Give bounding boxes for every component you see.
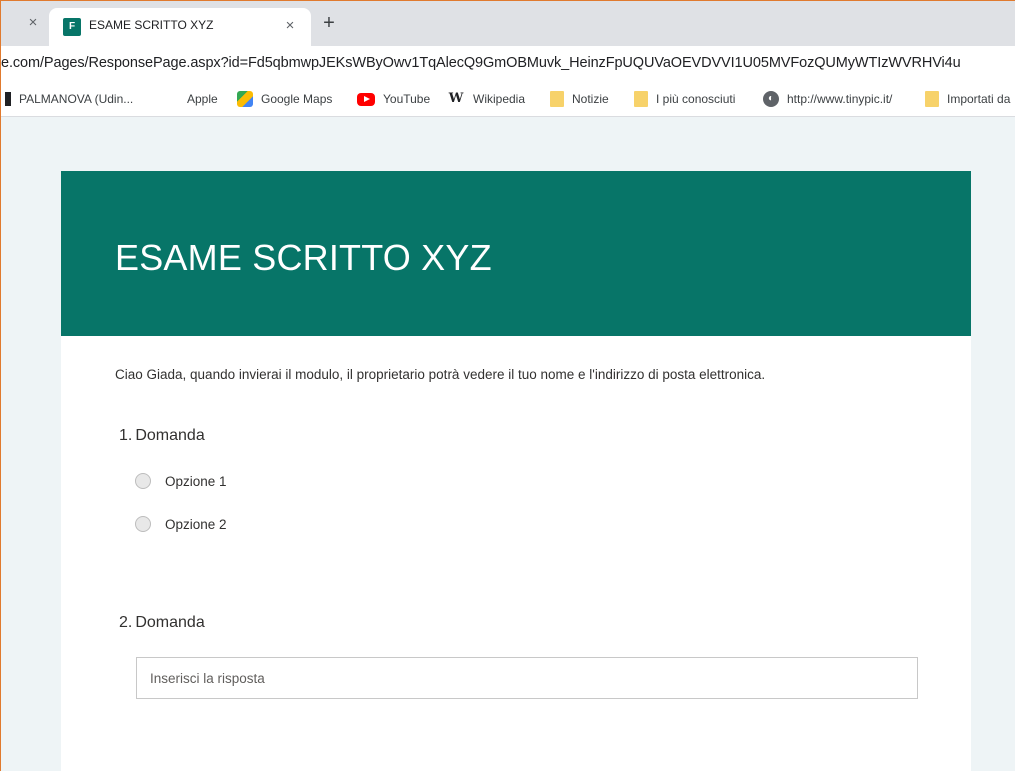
option-label: Opzione 2 bbox=[165, 516, 227, 532]
folder-icon bbox=[550, 91, 564, 107]
bookmark-label: YouTube bbox=[383, 92, 431, 106]
forms-favicon-icon: F bbox=[63, 18, 81, 36]
bookmark-tinypic[interactable]: ◐ http://www.tinypic.it/ bbox=[763, 90, 892, 108]
question-1-title: 1. Domanda bbox=[119, 427, 205, 445]
browser-window: × F ESAME SCRITTO XYZ × + e.com/Pages/Re… bbox=[0, 0, 1015, 771]
bookmark-google-maps[interactable]: Google Maps bbox=[237, 90, 332, 108]
option-label: Opzione 1 bbox=[165, 473, 227, 489]
privacy-notice: Ciao Giada, quando invierai il modulo, i… bbox=[115, 367, 766, 382]
wikipedia-icon: W bbox=[448, 91, 464, 106]
form-title: ESAME SCRITTO XYZ bbox=[115, 237, 492, 278]
bookmark-palmanova[interactable]: PALMANOVA (Udin... bbox=[5, 90, 133, 108]
bookmark-label: PALMANOVA (Udin... bbox=[19, 92, 134, 106]
tab-esame-scritto[interactable]: F ESAME SCRITTO XYZ × bbox=[49, 8, 311, 46]
apple-icon bbox=[163, 91, 179, 107]
form-page: ESAME SCRITTO XYZ Ciao Giada, quando inv… bbox=[1, 117, 1015, 771]
folder-icon bbox=[925, 91, 939, 107]
question-number: 2. bbox=[119, 614, 133, 631]
address-bar[interactable]: e.com/Pages/ResponsePage.aspx?id=Fd5qbmw… bbox=[1, 46, 1015, 82]
folder-icon bbox=[634, 91, 648, 107]
question-label: Domanda bbox=[135, 614, 205, 631]
question-1-option-1[interactable]: Opzione 1 bbox=[135, 471, 227, 491]
bookmark-youtube[interactable]: YouTube bbox=[357, 90, 430, 108]
bookmark-label: Wikipedia bbox=[473, 92, 526, 106]
youtube-icon bbox=[357, 92, 375, 106]
bookmark-piu-conosciuti[interactable]: I più conosciuti bbox=[634, 90, 735, 108]
bookmarks-bar: PALMANOVA (Udin... Apple Google Maps You… bbox=[1, 82, 1015, 117]
tab-title: ESAME SCRITTO XYZ bbox=[89, 18, 214, 32]
bookmark-importati[interactable]: Importati da bbox=[925, 90, 1010, 108]
question-2-answer-input[interactable] bbox=[136, 657, 918, 699]
bookmark-notizie[interactable]: Notizie bbox=[550, 90, 609, 108]
new-tab-button[interactable]: + bbox=[319, 13, 339, 33]
url-text[interactable]: e.com/Pages/ResponsePage.aspx?id=Fd5qbmw… bbox=[1, 55, 961, 71]
question-2-title: 2. Domanda bbox=[119, 614, 205, 632]
tab-close-icon[interactable]: × bbox=[281, 17, 299, 35]
question-1-option-2[interactable]: Opzione 2 bbox=[135, 514, 227, 534]
form-banner: ESAME SCRITTO XYZ bbox=[61, 171, 971, 336]
tab-strip: × F ESAME SCRITTO XYZ × + bbox=[1, 1, 1015, 46]
bookmark-apple[interactable]: Apple bbox=[163, 90, 218, 108]
bookmark-wikipedia[interactable]: W Wikipedia bbox=[447, 90, 525, 108]
bookmark-label: Importati da bbox=[947, 92, 1011, 106]
globe-icon: ◐ bbox=[763, 91, 779, 107]
palmanova-icon bbox=[5, 92, 11, 106]
question-number: 1. bbox=[119, 427, 133, 444]
bookmark-label: I più conosciuti bbox=[656, 92, 736, 106]
google-maps-icon bbox=[237, 91, 253, 107]
bookmark-label: http://www.tinypic.it/ bbox=[787, 92, 893, 106]
bookmark-label: Apple bbox=[187, 92, 218, 106]
bookmark-label: Notizie bbox=[572, 92, 609, 106]
form-card: ESAME SCRITTO XYZ Ciao Giada, quando inv… bbox=[61, 171, 971, 771]
radio-button[interactable] bbox=[135, 473, 151, 489]
question-label: Domanda bbox=[135, 427, 205, 444]
close-icon[interactable]: × bbox=[25, 15, 41, 31]
radio-button[interactable] bbox=[135, 516, 151, 532]
bookmark-label: Google Maps bbox=[261, 92, 333, 106]
